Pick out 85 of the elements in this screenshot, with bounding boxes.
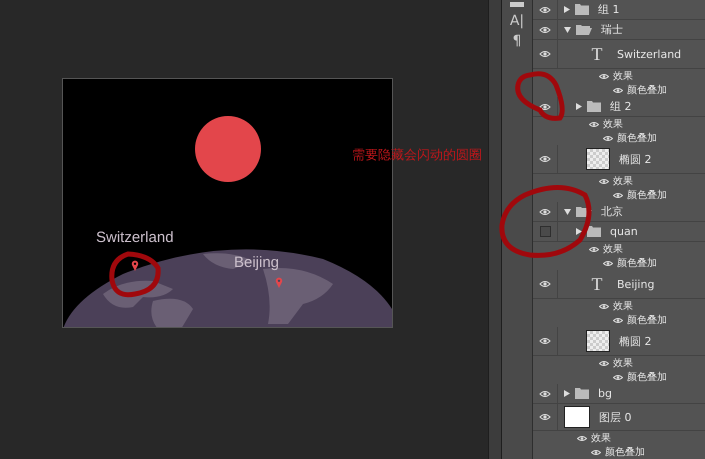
eye-icon xyxy=(539,390,551,398)
eye-icon xyxy=(613,192,623,198)
city-label: Beijing xyxy=(234,254,280,271)
eye-icon xyxy=(539,155,551,163)
layer-name: 椭圆 2 xyxy=(619,152,652,166)
eye-icon xyxy=(591,448,601,456)
eye-icon xyxy=(599,178,609,184)
layer-row[interactable]: 北京 xyxy=(533,202,705,222)
layer-row[interactable]: 椭圆 2 xyxy=(533,145,705,174)
effect-name: 颜色叠加 xyxy=(627,370,667,384)
expand-arrow-icon[interactable] xyxy=(564,6,570,13)
layer-name: 组 2 xyxy=(610,99,632,114)
eye-icon xyxy=(603,260,613,266)
eye-icon xyxy=(577,434,587,442)
layer-name: Beijing xyxy=(617,278,654,290)
eye-icon xyxy=(539,102,551,110)
open-folder-icon xyxy=(576,24,592,35)
panel-tool-icon[interactable]: A| xyxy=(510,13,524,33)
eye-icon xyxy=(539,50,551,58)
eye-icon xyxy=(539,413,551,421)
collapse-arrow-icon[interactable] xyxy=(564,208,571,214)
eye-icon xyxy=(589,120,599,128)
eye-icon xyxy=(599,360,609,366)
folder-icon xyxy=(587,226,601,237)
layer-name: bg xyxy=(598,387,612,400)
layer-name: 瑞士 xyxy=(601,22,623,37)
layer-row[interactable]: quan xyxy=(533,222,705,242)
layer-row[interactable]: 椭圆 2 xyxy=(533,327,705,356)
layer-name: Switzerland xyxy=(617,48,682,60)
effect-name: 颜色叠加 xyxy=(627,84,667,97)
text-layer-icon: T xyxy=(586,274,608,294)
expand-arrow-icon[interactable] xyxy=(564,390,570,397)
eye-icon xyxy=(589,246,599,252)
folder-icon xyxy=(575,388,589,399)
eye-icon xyxy=(539,26,551,34)
annotation-text: 需要隐藏会闪动的圆圈 xyxy=(352,147,482,164)
effect-name: 颜色叠加 xyxy=(627,314,667,327)
effects-label: 效果 xyxy=(603,118,623,131)
layer-name: 北京 xyxy=(601,204,623,219)
effects-label: 效果 xyxy=(613,300,633,313)
effects-label: 效果 xyxy=(613,70,633,83)
layer-row[interactable]: T Switzerland xyxy=(533,40,705,69)
panel-grip[interactable] xyxy=(510,2,524,7)
eye-icon xyxy=(539,280,551,288)
shape-thumbnail xyxy=(586,330,610,352)
map-pin-icon xyxy=(131,260,139,271)
folder-icon xyxy=(575,4,589,15)
shape-thumbnail xyxy=(586,148,610,170)
eye-icon xyxy=(613,374,623,380)
layer-row[interactable]: 组 2 xyxy=(533,97,705,117)
layer-row[interactable]: bg xyxy=(533,384,705,404)
layer-row[interactable]: 图层 0 xyxy=(533,404,705,431)
layer-name: 组 1 xyxy=(598,2,620,17)
eye-icon xyxy=(613,316,623,324)
layer-row[interactable]: 组 1 xyxy=(533,0,705,20)
eye-icon xyxy=(599,302,609,310)
effect-name: 颜色叠加 xyxy=(617,256,657,270)
city-label: Switzerland xyxy=(96,229,174,246)
folder-icon xyxy=(587,101,601,112)
text-layer-icon: T xyxy=(586,44,608,64)
collapse-arrow-icon[interactable] xyxy=(564,26,571,32)
effects-label: 效果 xyxy=(603,243,623,256)
effects-label: 效果 xyxy=(613,357,633,370)
layer-row[interactable]: T Beijing xyxy=(533,270,705,299)
layer-thumbnail xyxy=(564,406,590,428)
open-folder-icon xyxy=(576,206,592,217)
eye-icon xyxy=(539,337,551,345)
effect-name: 颜色叠加 xyxy=(617,132,657,145)
effect-name: 颜色叠加 xyxy=(605,446,645,459)
eye-icon xyxy=(613,86,623,94)
eye-icon xyxy=(539,6,551,14)
expand-arrow-icon[interactable] xyxy=(576,228,582,235)
panel-tool-icon[interactable]: ¶ xyxy=(512,33,522,53)
eye-icon xyxy=(539,208,551,216)
eye-icon xyxy=(599,72,609,80)
effects-label: 效果 xyxy=(591,432,611,445)
layer-name: 图层 0 xyxy=(599,410,632,424)
effect-name: 颜色叠加 xyxy=(627,188,667,202)
eye-icon xyxy=(603,134,613,142)
layer-row[interactable]: 瑞士 xyxy=(533,20,705,40)
map-pin-icon xyxy=(275,277,283,288)
expand-arrow-icon[interactable] xyxy=(576,103,582,110)
effects-label: 效果 xyxy=(613,175,633,188)
layer-name: 椭圆 2 xyxy=(619,334,652,348)
layer-name: quan xyxy=(610,225,638,238)
